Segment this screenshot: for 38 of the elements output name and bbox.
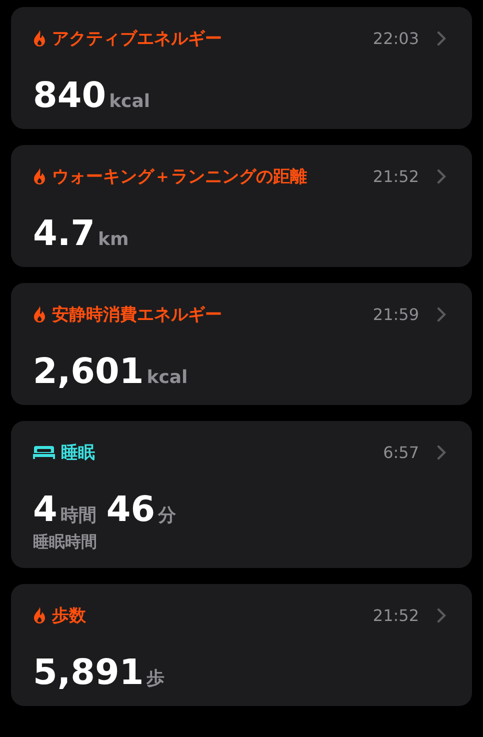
chevron-icon: [437, 307, 446, 322]
flame-icon: [33, 306, 46, 323]
card-title: アクティブエネルギー: [52, 28, 223, 50]
time-label: 6:57: [383, 443, 419, 462]
caption-label: 睡眠時間: [33, 532, 98, 553]
metric-card[interactable]: 睡眠 6:57 4 時間 46 分 睡眠時間: [11, 421, 472, 568]
chevron-icon: [437, 608, 446, 623]
metric-value: 4: [33, 493, 58, 528]
time-label: 21:59: [372, 305, 419, 324]
flame-icon: [33, 30, 46, 47]
card-title: 安静時消費エネルギー: [52, 304, 223, 326]
chevron-icon: [437, 445, 446, 460]
bed-icon: [33, 445, 55, 460]
card-title: 歩数: [52, 605, 87, 627]
unit-label: km: [98, 229, 129, 250]
chevron-icon: [437, 169, 446, 184]
time-label: 21:52: [372, 167, 419, 186]
flame-icon: [33, 168, 46, 185]
unit-label: 歩: [146, 667, 165, 690]
chevron-icon: [437, 31, 446, 46]
metric-value: 840: [33, 79, 106, 114]
metric-value: 5,891: [33, 656, 144, 691]
metric-card[interactable]: 歩数 21:52 5,891 歩: [11, 584, 472, 706]
unit-label: 分: [158, 504, 176, 527]
flame-icon: [33, 607, 46, 624]
metric-card[interactable]: 安静時消費エネルギー 21:59 2,601 kcal: [11, 283, 472, 405]
metric-card[interactable]: アクティブエネルギー 22:03 840 kcal: [11, 7, 472, 129]
card-title: ウォーキング＋ランニングの距離: [52, 166, 308, 188]
unit-label: kcal: [109, 91, 150, 112]
unit-label: 時間: [60, 504, 96, 527]
unit-label: kcal: [146, 367, 188, 388]
time-label: 22:03: [372, 29, 419, 48]
metric-card[interactable]: ウォーキング＋ランニングの距離 21:52 4.7 km: [11, 145, 472, 267]
metric-value: 4.7: [33, 217, 96, 252]
metric-value: 2,601: [33, 355, 144, 390]
metric-value: 46: [106, 493, 156, 528]
card-title: 睡眠: [61, 442, 96, 464]
time-label: 21:52: [372, 606, 419, 625]
